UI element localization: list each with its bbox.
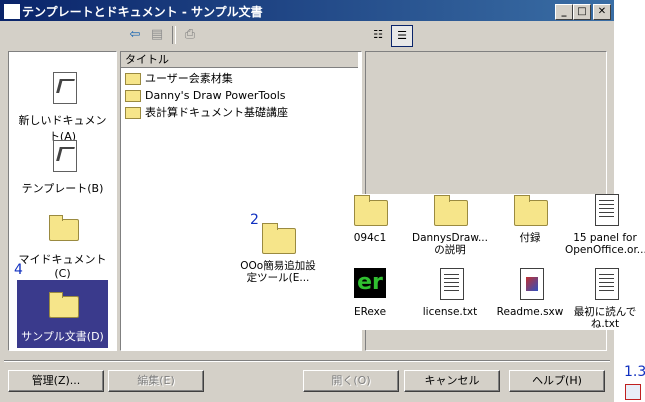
manage-button[interactable]: 管理(Z)... (8, 370, 104, 392)
text-file-icon (595, 194, 619, 226)
file-item[interactable]: DannysDraw...の説明 (410, 194, 490, 256)
list-item-label: 表計算ドキュメント基礎講座 (145, 106, 288, 119)
file-item[interactable]: license.txt (410, 268, 490, 318)
file-item-label: OOo簡易追加設定ツール(E... (240, 260, 316, 284)
writer-document-icon (520, 268, 544, 300)
file-item-label: Readme.sxw (496, 306, 564, 318)
folder-icon (125, 107, 141, 119)
file-item-label: 付録 (519, 232, 541, 244)
detail-view-icon[interactable]: ☰ (391, 25, 413, 47)
folder-icon (514, 195, 548, 226)
list-item[interactable]: 表計算ドキュメント基礎講座 (125, 105, 288, 121)
list-item[interactable]: Danny's Draw PowerTools (125, 88, 286, 104)
help-button[interactable]: ヘルプ(H) (509, 370, 605, 392)
folder-icon (354, 195, 388, 226)
file-item[interactable]: OOo簡易追加設定ツール(E... (238, 222, 318, 284)
folder-icon (125, 90, 141, 102)
minimize-button[interactable]: _ (555, 4, 573, 20)
close-button[interactable]: ✕ (593, 4, 611, 20)
file-icon-overlay: OOo簡易追加設定ツール(E... 094c1 DannysDraw...の説明… (240, 194, 645, 330)
text-file-icon (440, 268, 464, 300)
file-item-label: 15 panel for OpenOffice.or... (565, 232, 645, 256)
file-item-label: 最初に読んでね.txt (573, 306, 637, 330)
window-title: テンプレートとドキュメント - サンプル文書 (22, 5, 263, 19)
file-item-label: 094c1 (353, 232, 387, 244)
annotation-marker: 1.3 (624, 364, 645, 380)
category-label: テンプレート(B) (21, 182, 104, 195)
edit-button[interactable]: 編集(E) (108, 370, 204, 392)
toolbar-separator (172, 26, 176, 44)
list-view-icon[interactable]: ☷ (368, 25, 388, 45)
maximize-button[interactable]: □ (573, 4, 591, 20)
category-samples[interactable]: サンプル文書(D) (17, 280, 108, 348)
app-icon (3, 3, 21, 20)
category-new-document[interactable]: 新しいドキュメント(A) (17, 70, 108, 144)
executable-icon: er (354, 268, 386, 298)
toolbar: ⇦ ▤ ⎙ ☷ ☰ (0, 22, 614, 48)
file-item[interactable]: 094c1 (330, 194, 410, 244)
list-item-label: ユーザー会素材集 (145, 72, 233, 85)
print-icon[interactable]: ⎙ (181, 26, 199, 44)
open-folder-icon (48, 292, 79, 318)
file-item[interactable]: 最初に読んでね.txt (565, 268, 645, 330)
cancel-button[interactable]: キャンセル (404, 370, 500, 392)
category-my-documents[interactable]: マイドキュメント(C) (17, 209, 108, 280)
file-item-label: DannysDraw...の説明 (412, 232, 488, 256)
file-item[interactable]: er ERexe (330, 268, 410, 318)
title-bar[interactable]: テンプレートとドキュメント - サンプル文書 _ □ ✕ (0, 0, 614, 21)
file-item[interactable]: Readme.sxw (490, 268, 570, 318)
new-document-icon (52, 72, 77, 104)
folder-icon (434, 195, 468, 226)
list-item-label: Danny's Draw PowerTools (145, 89, 286, 102)
file-item-label: license.txt (422, 306, 478, 318)
folder-icon (262, 223, 296, 254)
app-shortcut-icon[interactable] (625, 384, 641, 400)
file-item[interactable]: 付録 (490, 194, 570, 244)
annotation-marker: 4 (14, 262, 23, 278)
up-folder-icon[interactable]: ▤ (148, 26, 166, 44)
category-panel: 新しいドキュメント(A) テンプレート(B) マイドキュメント(C) サンプル文… (8, 51, 117, 351)
template-icon (52, 140, 77, 172)
category-label: マイドキュメント(C) (18, 253, 107, 280)
folder-icon (125, 73, 141, 85)
column-header-title[interactable]: タイトル (121, 52, 358, 68)
file-item-label: ERexe (353, 306, 387, 318)
annotation-marker: 2 (250, 212, 259, 228)
list-item[interactable]: ユーザー会素材集 (125, 71, 233, 87)
divider (4, 360, 610, 362)
category-label: サンプル文書(D) (21, 330, 104, 343)
file-item[interactable]: 15 panel for OpenOffice.or... (565, 194, 645, 256)
open-button[interactable]: 開く(O) (303, 370, 399, 392)
back-icon[interactable]: ⇦ (126, 26, 144, 44)
my-documents-folder-icon (48, 215, 79, 241)
category-templates[interactable]: テンプレート(B) (17, 138, 108, 196)
text-file-icon (595, 268, 619, 300)
